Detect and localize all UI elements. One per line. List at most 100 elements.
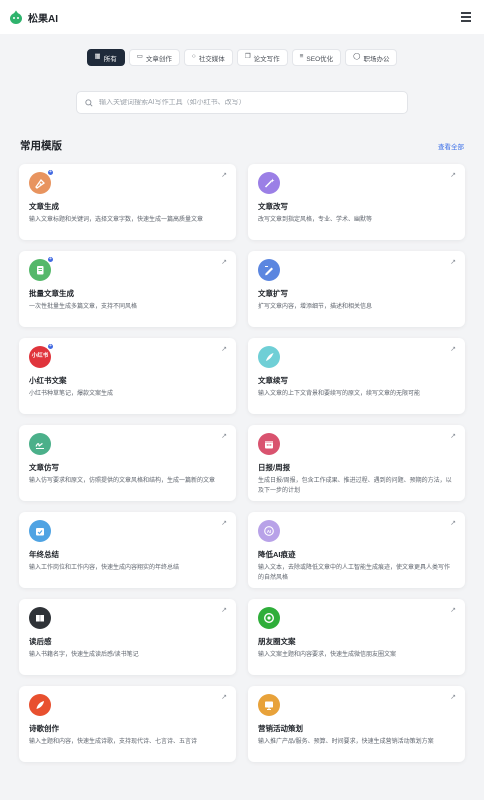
arrow-up-right-icon: ↗ (221, 607, 227, 614)
card-icon-wrap: + (29, 169, 54, 194)
magic-wand-icon (258, 172, 280, 194)
template-card[interactable]: ↗ 文章续写输入文章的上下文背景和要续写的原文，续写文章的无限可能 (248, 338, 465, 414)
tab-1[interactable]: ▭ 文章创作 (128, 49, 180, 66)
card-title: 日报/周报 (258, 463, 291, 472)
card-description: 扩写文章内容，增添细节，描述和相关信息 (258, 304, 373, 310)
card-icon-wrap (258, 172, 280, 194)
brand[interactable]: 松果AI (8, 9, 58, 25)
plus-badge-icon: + (47, 169, 54, 176)
arrow-up-right-icon: ↗ (450, 172, 456, 179)
card-description: 输入书籍名字，快速生成读后感/读书笔记 (29, 652, 139, 658)
template-card[interactable]: ↗ 年终总结 输入工作岗位和工作内容，快速生成内容翔实的年终总结 (19, 512, 236, 588)
card-description: 输入文章的上下文背景和要续写的原文，续写文章的无限可能 (258, 391, 421, 397)
plus-badge-icon: + (47, 343, 54, 350)
view-all-link[interactable]: 查看全部 (438, 141, 464, 151)
card-title: 文章改写 (258, 202, 288, 211)
card-title: 批量文章生成 (29, 289, 74, 298)
card-title: 诗歌创作 (29, 724, 59, 733)
card-icon-wrap (258, 694, 280, 716)
card-title: 文章仿写 (29, 463, 59, 472)
feather-icon (29, 694, 51, 716)
card-icon-wrap (258, 259, 280, 281)
arrow-up-right-icon: ↗ (221, 259, 227, 266)
template-card[interactable]: ↗ AI 降低AI痕迹 输入文本，去除或降低文章中的人工智能生成痕迹，使文章更具人类写… (248, 512, 465, 588)
template-grid: ↗ + 文章生成输入文章标题和关键词，选择文章字数，快速生成一篇高质量文章 ↗ 文章改写… (19, 164, 465, 762)
section-title: 常用模版 (20, 140, 62, 152)
card-icon-wrap: 小红书 + (29, 343, 54, 368)
user-icon: ◯ (353, 53, 361, 61)
card-icon-wrap: AI (258, 520, 280, 542)
card-description: 输入仿写要求和原文，仿照提供的文章风格和结构，生成一篇新的文章 (29, 478, 216, 484)
template-card[interactable]: ↗ 诗歌创作输入主题和内容，快速生成诗歌，支持现代诗、七言诗、五言诗 (19, 686, 236, 762)
arrow-up-right-icon: ↗ (221, 172, 227, 179)
card-description: 小红书种草笔记，爆款文案生成 (29, 391, 114, 397)
quill-icon (258, 346, 280, 368)
card-description: 一次性批量生成多篇文章，支持不同风格 (29, 304, 138, 310)
arrow-up-right-icon: ↗ (450, 346, 456, 353)
arrow-up-right-icon: ↗ (221, 433, 227, 440)
folder-icon: ▭ (136, 53, 143, 61)
template-card[interactable]: ↗ + 批量文章生成一次性批量生成多篇文章，支持不同风格 (19, 251, 236, 327)
presentation-icon (258, 694, 280, 716)
top-bar: 松果AI (0, 0, 484, 34)
template-card[interactable]: ↗ 读后感输入书籍名字，快速生成读后感/读书笔记 (19, 599, 236, 675)
arrow-up-right-icon: ↗ (450, 694, 456, 701)
card-description: 输入主题和内容，快速生成诗歌，支持现代诗、七言诗、五言诗 (29, 739, 198, 745)
arrow-up-right-icon: ↗ (221, 694, 227, 701)
card-title: 文章生成 (29, 202, 59, 211)
tab-2[interactable]: ○ 社交媒体 (183, 49, 233, 66)
card-icon-wrap (29, 694, 51, 716)
arrow-up-right-icon: ↗ (450, 433, 456, 440)
card-icon-wrap (29, 607, 51, 629)
card-description: 输入工作岗位和工作内容，快速生成内容翔实的年终总结 (29, 565, 180, 571)
template-card[interactable]: ↗ 朋友圈文案输入文案主题和内容要求，快速生成微信朋友圈文案 (248, 599, 465, 675)
card-icon-wrap (29, 433, 51, 455)
arrow-up-right-icon: ↗ (450, 607, 456, 614)
card-title: 降低AI痕迹 (258, 550, 296, 559)
brand-name: 松果AI (28, 13, 58, 25)
category-tabs: ▦ 所有 ▭ 文章创作 ○ 社交媒体 ❐ 论文写作 ≡ SEO优化 ◯ 职场办公 (0, 49, 484, 66)
template-card[interactable]: ↗ + 文章生成输入文章标题和关键词，选择文章字数，快速生成一篇高质量文章 (19, 164, 236, 240)
calendar-check-icon (29, 520, 51, 542)
chat-icon: ○ (191, 53, 196, 61)
card-title: 年终总结 (29, 550, 59, 559)
card-icon-wrap: + (29, 256, 54, 281)
search-input[interactable] (99, 99, 399, 106)
card-icon-wrap (258, 346, 280, 368)
tab-label: 社交媒体 (198, 55, 225, 63)
section-header: 常用模版 查看全部 (20, 138, 464, 153)
hamburger-menu-icon[interactable] (459, 10, 473, 24)
search-icon (85, 98, 93, 107)
template-card[interactable]: ↗ 营销活动策划 输入推广产品/服务、预算、时间要求，快速生成营销活动策划方案 (248, 686, 465, 762)
tab-label: SEO优化 (306, 55, 334, 63)
template-card[interactable]: ↗ 日报/周报 生成日报/周报，包含工作成果、推进过程、遇到的问题、预期的方法，以及… (248, 425, 465, 501)
pencil-expand-icon (258, 259, 280, 281)
template-card[interactable]: ↗ 文章改写改写文章到指定风格，专业、学术、幽默等 (248, 164, 465, 240)
card-description: 输入文章标题和关键词，选择文章字数，快速生成一篇高质量文章 (29, 217, 204, 223)
card-title: 小红书文案 (29, 376, 67, 385)
ai-icon: AI (258, 520, 280, 542)
camera-aperture-icon (258, 607, 280, 629)
template-card[interactable]: ↗ 小红书 + 小红书文案 小红书种草笔记，爆款文案生成 (19, 338, 236, 414)
copy-icon: ❐ (244, 53, 251, 61)
tab-label: 文章创作 (145, 55, 172, 63)
tab-5[interactable]: ◯ 职场办公 (345, 49, 398, 66)
card-title: 文章续写 (258, 376, 288, 385)
template-card[interactable]: ↗ 文章扩写 扩写文章内容，增添细节，描述和相关信息 (248, 251, 465, 327)
tab-label: 所有 (103, 55, 117, 63)
tab-0[interactable]: ▦ 所有 (86, 49, 125, 66)
card-title: 读后感 (29, 637, 52, 646)
template-card[interactable]: ↗ 文章仿写输入仿写要求和原文，仿照提供的文章风格和结构，生成一篇新的文章 (19, 425, 236, 501)
book-icon (29, 607, 51, 629)
card-icon-wrap (258, 607, 280, 629)
card-description: 输入文案主题和内容要求，快速生成微信朋友圈文案 (258, 652, 397, 658)
card-description: 输入文本，去除或降低文章中的人工智能生成痕迹，使文章更具人类写作的自然风格 (258, 565, 451, 581)
card-title: 朋友圈文案 (258, 637, 296, 646)
card-description: 改写文章到指定风格，专业、学术、幽默等 (258, 217, 373, 223)
pinecone-logo-icon (10, 10, 22, 24)
card-icon-wrap (29, 520, 51, 542)
tab-3[interactable]: ❐ 论文写作 (236, 49, 288, 66)
tab-4[interactable]: ≡ SEO优化 (291, 49, 342, 66)
search-box[interactable] (76, 91, 408, 114)
tab-label: 职场办公 (363, 55, 390, 63)
